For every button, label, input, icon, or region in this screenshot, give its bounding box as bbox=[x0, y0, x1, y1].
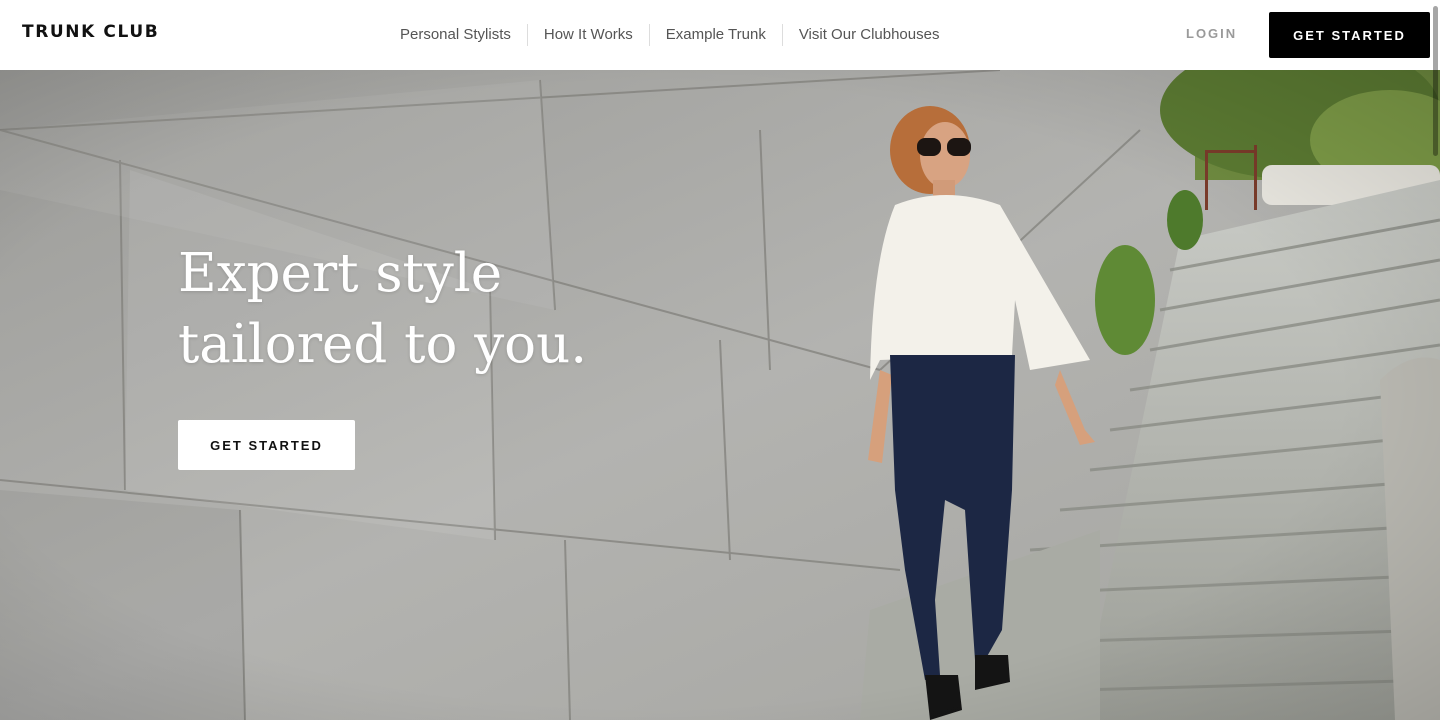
header-get-started-button[interactable]: GET STARTED bbox=[1269, 12, 1430, 58]
nav-example-trunk[interactable]: Example Trunk bbox=[650, 22, 782, 48]
hero-headline-line-1: Expert style bbox=[178, 243, 503, 304]
page-scrollbar[interactable] bbox=[1431, 0, 1440, 720]
hero-get-started-button[interactable]: GET STARTED bbox=[178, 420, 355, 470]
hero-headline: Expert style tailored to you. bbox=[178, 238, 678, 380]
trunk-club-logo[interactable]: TRUNK CLUB bbox=[22, 22, 159, 42]
nav-personal-stylists[interactable]: Personal Stylists bbox=[384, 22, 527, 48]
nav-how-it-works[interactable]: How It Works bbox=[528, 22, 649, 48]
hero-headline-line-2: tailored to you. bbox=[178, 314, 588, 375]
login-link[interactable]: LOGIN bbox=[1186, 26, 1237, 41]
hero-background-image bbox=[0, 70, 1440, 720]
scrollbar-thumb[interactable] bbox=[1433, 6, 1438, 156]
nav-visit-clubhouses[interactable]: Visit Our Clubhouses bbox=[783, 22, 956, 48]
main-nav: Personal Stylists How It Works Example T… bbox=[384, 22, 955, 48]
site-header: TRUNK CLUB Personal Stylists How It Work… bbox=[0, 0, 1440, 70]
hero-section: Expert style tailored to you. GET STARTE… bbox=[0, 70, 1440, 720]
